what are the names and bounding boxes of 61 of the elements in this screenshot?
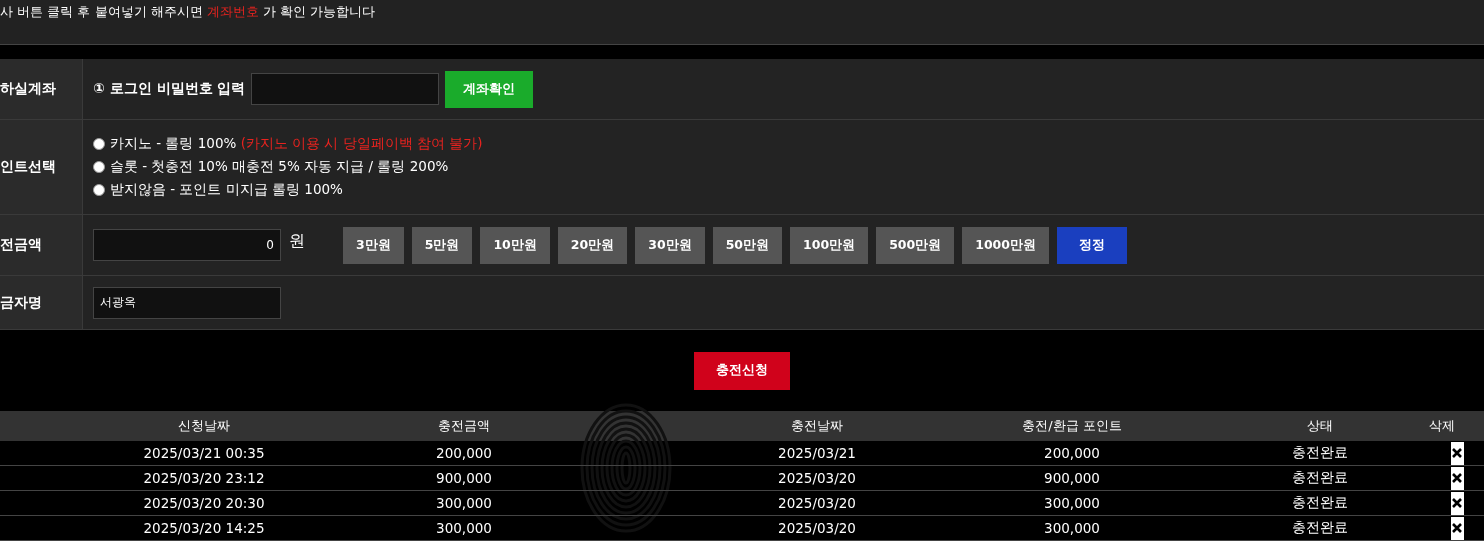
notice-text: 사 버튼 클릭 후 붙여넣기 해주시면 계좌번호 가 확인 가능합니다 <box>0 4 376 19</box>
table-cell-text: 2025/03/20 <box>777 495 857 511</box>
column-header: 상태 <box>1306 417 1334 435</box>
delete-button[interactable] <box>1450 516 1464 540</box>
table-cell-text: 300,000 <box>435 520 493 536</box>
amount-preset-button[interactable]: 30만원 <box>635 226 705 264</box>
table-cell-text: 2025/03/20 14:25 <box>142 520 266 536</box>
table-cell-text: 2025/03/20 <box>777 520 857 536</box>
close-icon <box>1452 498 1462 508</box>
delete-button[interactable] <box>1450 441 1464 465</box>
table-cell-text: 300,000 <box>435 495 493 511</box>
amount-preset-button[interactable]: 3만원 <box>343 226 404 264</box>
close-icon <box>1452 473 1462 483</box>
amount-preset-button[interactable]: 20만원 <box>557 226 628 264</box>
delete-button[interactable] <box>1450 466 1464 490</box>
table-cell-text: 300,000 <box>1043 495 1101 511</box>
table-cell-text: 충전완료 <box>1291 444 1349 462</box>
table-cell-text: 충전완료 <box>1291 519 1349 537</box>
amount-preset-button[interactable]: 5만원 <box>411 226 473 264</box>
amount-preset-button[interactable]: 500만원 <box>876 226 955 264</box>
amount-field[interactable]: 0 <box>93 229 281 261</box>
option-text: 받지않음 - 포인트 미지급 롤링 100% <box>110 181 343 199</box>
table-cell-text: 2025/03/20 23:12 <box>142 470 266 486</box>
row-label: 인트선택 <box>0 120 83 214</box>
column-header: 삭제 <box>1428 417 1456 435</box>
unit-text: 원 <box>289 230 305 252</box>
radio-button[interactable] <box>93 161 105 173</box>
table-cell-text: 2025/03/21 00:35 <box>142 445 266 461</box>
table-cell-text: 300,000 <box>1043 520 1101 536</box>
column-header: 충전금액 <box>437 417 491 435</box>
radio-button[interactable] <box>93 138 105 150</box>
table-cell-text: 충전완료 <box>1291 494 1349 512</box>
table-cell-text: 2025/03/20 20:30 <box>142 495 266 511</box>
password-prompt: ① 로그인 비밀번호 입력 <box>93 80 246 98</box>
amount-preset-button[interactable]: 10만원 <box>480 226 550 264</box>
submit-button[interactable]: 충전신청 <box>694 351 790 390</box>
depositor-field[interactable]: 서광옥 <box>93 286 281 319</box>
amount-preset-button[interactable]: 100만원 <box>790 226 869 264</box>
table-cell-text: 2025/03/20 <box>777 470 857 486</box>
table-cell-text: 900,000 <box>435 470 493 486</box>
column-header: 신청날짜 <box>177 417 231 435</box>
table-cell-text: 200,000 <box>1043 445 1101 461</box>
close-icon <box>1452 523 1462 533</box>
delete-button[interactable] <box>1450 491 1464 515</box>
row-label: 하실계좌 <box>0 59 83 119</box>
column-header: 충전날짜 <box>790 417 844 435</box>
amount-preset-button[interactable]: 50만원 <box>712 226 783 264</box>
option-text: 카지노 - 롤링 100% (카지노 이용 시 당일페이백 참여 불가) <box>110 135 483 153</box>
column-header: 충전/환급 포인트 <box>1021 417 1123 435</box>
option-text: 슬롯 - 첫충전 10% 매충전 5% 자동 지급 / 롤링 200% <box>110 158 449 176</box>
table-cell-text: 충전완료 <box>1291 469 1349 487</box>
password-field[interactable] <box>251 73 440 105</box>
close-icon <box>1452 448 1462 458</box>
table-cell-text: 200,000 <box>435 445 493 461</box>
row-label: 금자명 <box>0 276 83 329</box>
reset-button[interactable]: 정정 <box>1057 226 1127 264</box>
row-label: 전금액 <box>0 215 83 275</box>
radio-button[interactable] <box>93 184 105 196</box>
amount-preset-button[interactable]: 1000만원 <box>962 226 1049 264</box>
table-cell-text: 2025/03/21 <box>777 445 857 461</box>
table-cell-text: 900,000 <box>1043 470 1101 486</box>
